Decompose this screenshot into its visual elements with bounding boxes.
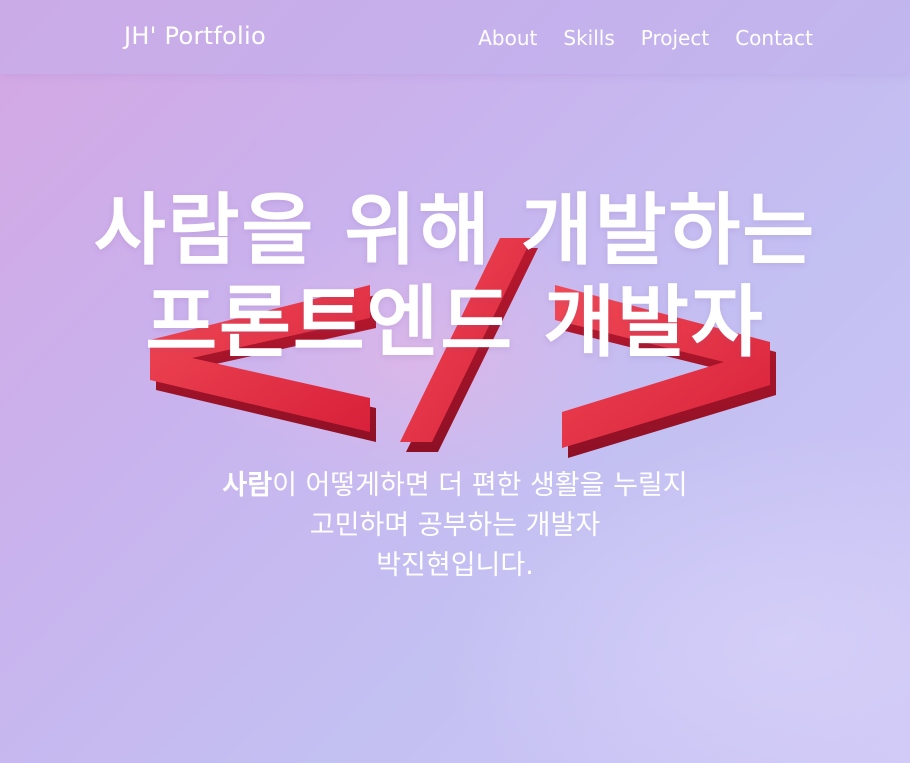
hero-desc-line-1: 사람이 어떻게하면 더 편한 생활을 누릴지 <box>0 466 910 506</box>
nav-item-about[interactable]: About <box>478 26 537 50</box>
site-logo[interactable]: JH' Portfolio <box>124 22 266 50</box>
hero-desc-highlight: 사람 <box>222 470 273 501</box>
nav-item-project[interactable]: Project <box>641 26 709 50</box>
navbar: JH' Portfolio About Skills Project Conta… <box>0 0 910 74</box>
hero-title-line-2: 프론트엔드 개발자 <box>145 278 765 368</box>
hero-desc-line-1-rest: 이 어떻게하면 더 편한 생활을 누릴지 <box>272 470 688 501</box>
nav-item-skills[interactable]: Skills <box>563 26 614 50</box>
hero-desc-line-3: 박진현입니다. <box>376 550 534 581</box>
hero-title: 사람을 위해 개발하는 프론트엔드 개발자 <box>0 185 910 369</box>
hero-title-line-1: 사람을 위해 개발하는 <box>93 186 817 276</box>
hero-description: 사람이 어떻게하면 더 편한 생활을 누릴지 고민하며 공부하는 개발자 박진현… <box>0 466 910 586</box>
code-brackets-icon <box>150 238 776 458</box>
hero-desc-line-2: 고민하며 공부하는 개발자 <box>309 510 601 541</box>
nav-menu: About Skills Project Contact <box>478 26 813 50</box>
nav-item-contact[interactable]: Contact <box>735 26 813 50</box>
